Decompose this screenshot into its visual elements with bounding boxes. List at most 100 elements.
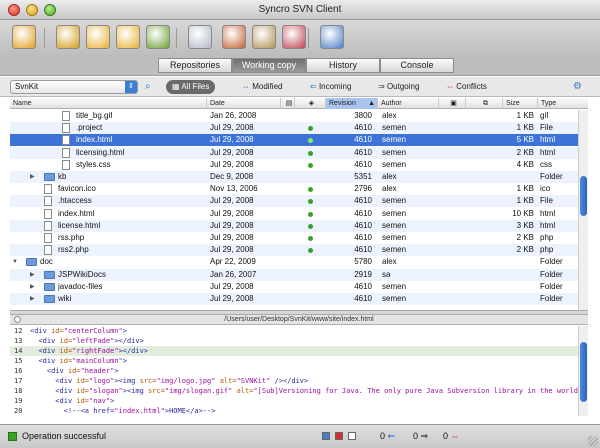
table-row[interactable]: ▼ doc Apr 22, 2009 5780 alex Folder [10,256,578,268]
cell-name: title_bg.gif [76,111,113,120]
tab-console[interactable]: Console [380,58,454,73]
filter-conflicts-button[interactable]: ⇔ Conflicts [446,80,487,94]
disclosure-closed-icon[interactable]: ▶ [30,281,35,293]
table-row[interactable]: styles.css Jul 29, 2008 4610 semen 4 KB css [10,159,578,171]
tab-repositories[interactable]: Repositories [158,58,232,73]
table-row[interactable]: licensing.html Jul 29, 2008 4610 semen 2 KB h… [10,146,578,159]
checkout-icon[interactable] [56,25,80,49]
table-row[interactable]: index.html Jul 29, 2008 4610 semen 5 KB html [10,134,578,147]
file-icon [44,196,52,207]
filter-modified-button[interactable]: ⇔ Modified [242,80,282,94]
file-table-scrollbar[interactable] [578,110,588,310]
clear-icon[interactable] [348,432,356,440]
status-ok-icon [308,162,313,168]
conflicts-count: 0 ⇔ [443,431,460,441]
folder-open-icon[interactable] [86,25,110,49]
folder-refresh-icon[interactable] [146,25,170,49]
toolbar-separator [308,28,309,48]
file-preview-scroll-thumb[interactable] [580,342,587,402]
disclosure-closed-icon[interactable]: ▶ [30,171,35,183]
column-date[interactable]: Date [207,98,281,109]
filter-all-files-button[interactable]: ▦ All Files [166,80,216,94]
code-text: <div id="logo"><img src="img/logo.jpg" a… [55,377,309,385]
incoming-icon: ⇐ [310,82,319,91]
status-ok-icon [308,187,313,193]
folder-icon [26,258,37,267]
path-option-radio[interactable] [14,316,21,323]
table-row[interactable]: ▶ wiki Jul 29, 2008 4610 semen Folder [10,293,578,305]
column-name[interactable]: Name [10,98,207,109]
database-icon[interactable] [12,25,36,49]
file-preview[interactable]: 12 <div id="centerColumn"> 13 <div id="lef… [10,326,578,416]
cell-rev: 4610 [354,281,372,291]
table-row[interactable]: .htaccess Jul 29, 2008 4610 semen 1 KB File [10,195,578,208]
stop-icon[interactable] [335,432,343,440]
gear-icon[interactable]: ⚙ [573,80,582,94]
clock-icon[interactable] [222,25,246,49]
column-size[interactable]: Size [503,98,538,109]
resize-grip[interactable] [588,436,598,446]
table-row[interactable]: ▶ JSPWikiDocs Jan 26, 2007 2919 sa Folder [10,268,578,281]
table-row[interactable]: ▶ javadoc-files Jul 29, 2008 4610 semen Folde… [10,281,578,293]
file-icon [62,135,70,146]
tab-history[interactable]: History [306,58,380,73]
cell-name: index.html [76,135,113,145]
cell-date: Jul 29, 2008 [210,147,254,157]
modified-icon: ⇔ [242,82,253,91]
tab-working-copy[interactable]: Working copy [232,58,306,73]
file-icon [62,123,70,134]
clipboard-icon[interactable] [252,25,276,49]
column-lock-icon[interactable]: ▤ [281,98,295,109]
cell-name: .project [76,123,103,133]
filter-outgoing-button[interactable]: ⇒ Outgoing [378,80,419,94]
info-icon[interactable] [322,432,330,440]
view-tabs: Repositories Working copy History Console [0,56,600,76]
column-remote-icon[interactable]: ⧉ [466,98,503,109]
table-row[interactable]: .project Jul 29, 2008 4610 semen 1 KB File [10,122,578,135]
line-number: 18 [14,387,23,395]
table-row[interactable]: rss.php Jul 29, 2008 4610 semen 2 KB php [10,232,578,244]
column-author[interactable]: Author [378,98,439,109]
column-status-icon[interactable]: ◈ [295,98,326,109]
cell-date: Jul 29, 2008 [210,159,254,169]
disclosure-closed-icon[interactable]: ▶ [30,293,35,305]
cell-rev: 4610 [354,135,372,145]
table-row[interactable]: index.html Jul 29, 2008 4610 semen 10 KB html [10,208,578,220]
code-text: <div id="centerColumn"> [30,327,127,335]
code-text: <div id="mainColumn"> [38,357,127,365]
table-row[interactable]: rss2.php Jul 29, 2008 4610 semen 2 KB php [10,244,578,257]
table-row[interactable]: favicon.ico Nov 13, 2006 2796 alex 1 KB ico [10,183,578,195]
cell-type: gif [540,111,549,120]
file-icon [44,245,52,256]
code-line: 15 <div id="mainColumn"> [10,356,578,366]
table-icon[interactable] [188,25,212,49]
cell-author: alex [382,184,397,194]
panel-icon[interactable] [320,25,344,49]
file-table-scroll-thumb[interactable] [580,176,587,216]
folder-icon [44,295,55,303]
file-preview-scrollbar[interactable] [578,326,588,416]
cell-size: 2 KB [516,245,534,255]
column-type[interactable]: Type [538,98,588,109]
table-row[interactable]: ▶ kb Dec 9, 2008 5351 alex Folder [10,171,578,183]
table-row[interactable]: license.html Jul 29, 2008 4610 semen 3 KB htm… [10,219,578,232]
folder-up-icon[interactable] [116,25,140,49]
cell-rev: 4610 [354,147,372,157]
working-copy-select-value: SvnKit [15,82,39,91]
search-icon[interactable]: ⌕ [145,80,151,94]
cell-size: 2 KB [516,233,534,242]
code-text: <div id="header"> [46,367,119,375]
column-local-icon[interactable]: ▣ [439,98,466,109]
graph-icon[interactable] [282,25,306,49]
column-revision[interactable]: Revision ▲ [326,98,378,109]
filter-incoming-button[interactable]: ⇐ Incoming [310,80,351,94]
cell-type: ico [540,184,551,194]
incoming-count-value: 0 [380,431,386,441]
disclosure-closed-icon[interactable]: ▶ [30,269,35,281]
cell-date: Apr 22, 2009 [210,257,256,267]
line-number: 13 [14,337,23,345]
table-row[interactable]: title_bg.gif Jan 26, 2008 3800 alex 1 KB gif [10,110,578,122]
working-copy-select[interactable]: SvnKit ⇕ [10,80,138,94]
cell-date: Jul 29, 2008 [210,233,254,242]
disclosure-open-icon[interactable]: ▼ [12,256,18,268]
